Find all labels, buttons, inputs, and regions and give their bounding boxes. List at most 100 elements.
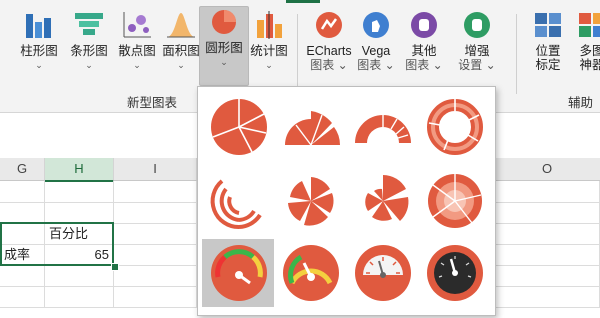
column-chart-button[interactable]: 柱形图 ⌄ — [14, 10, 64, 82]
enhance-label: 增强 — [464, 44, 490, 58]
vega-sublabel: 图表 ⌄ — [357, 58, 395, 72]
pie-segmented-icon — [211, 99, 267, 155]
echarts-button[interactable]: ECharts 图表 ⌄ — [303, 10, 355, 82]
ribbon-divider — [297, 14, 298, 94]
enhance-sublabel: 设置 ⌄ — [458, 58, 496, 72]
grid-cell[interactable] — [114, 265, 197, 287]
circle-chart-label: 圆形图 — [205, 41, 243, 55]
bar-chart-label: 条形图 — [70, 44, 108, 58]
group-label-new-charts: 新型图表 — [127, 96, 178, 110]
grid-cell[interactable] — [0, 181, 45, 203]
position-calibrate-button[interactable]: 位置 标定 — [525, 10, 571, 82]
layered-rose-icon — [428, 174, 482, 228]
gauge-gradient-icon — [283, 245, 339, 301]
multi-chart-label: 多图 — [579, 44, 600, 58]
column-chart-icon — [23, 10, 55, 40]
bar-chart-button[interactable]: 条形图 ⌄ — [64, 10, 114, 82]
stat-chart-button[interactable]: 统计图 ⌄ — [244, 10, 294, 82]
gallery-item-rose-pie[interactable] — [274, 167, 346, 235]
gallery-item-gauge-dark[interactable] — [418, 239, 490, 307]
grid-cell[interactable] — [494, 286, 600, 308]
grid-cell[interactable] — [0, 286, 45, 308]
multi-chart-sublabel: 神器 — [579, 58, 600, 72]
bar-chart-icon — [73, 10, 105, 40]
grid-cell[interactable] — [494, 244, 600, 266]
chevron-down-icon: ⌄ — [85, 60, 93, 70]
active-tab-indicator — [286, 0, 320, 3]
multi-chart-icon — [576, 10, 600, 40]
grid-cell[interactable] — [114, 223, 197, 245]
pie-chart-icon — [208, 7, 240, 37]
circle-chart-gallery — [197, 86, 496, 316]
grid-cell[interactable] — [494, 223, 600, 245]
other-charts-label: 其他 — [411, 44, 437, 58]
column-header-o[interactable]: O — [494, 158, 600, 181]
nightingale-pie-icon — [365, 175, 409, 221]
gallery-item-half-donut[interactable] — [346, 93, 418, 161]
gallery-item-fan-pie[interactable] — [274, 93, 346, 161]
gallery-item-layered-rose[interactable] — [418, 167, 490, 235]
stat-chart-label: 统计图 — [250, 44, 288, 58]
grid-cell[interactable] — [494, 265, 600, 287]
gallery-item-pie-segmented[interactable] — [202, 93, 274, 161]
grid-cell[interactable] — [494, 202, 600, 224]
grid-cell[interactable] — [114, 244, 197, 266]
grid-cell[interactable] — [45, 202, 114, 224]
hand-icon — [408, 10, 440, 40]
gallery-item-gauge-color-bands[interactable] — [202, 239, 274, 307]
gallery-item-segmented-ring[interactable] — [418, 93, 490, 161]
grid-cell[interactable] — [0, 202, 45, 224]
column-header-h[interactable]: H — [45, 158, 114, 182]
radial-bars-icon — [210, 179, 262, 230]
scatter-chart-label: 散点图 — [118, 44, 156, 58]
grid-cell[interactable] — [114, 202, 197, 224]
gallery-item-gauge-ticks[interactable] — [346, 239, 418, 307]
multi-chart-button[interactable]: 多图 神器 — [572, 10, 600, 82]
grid-cell[interactable] — [114, 181, 197, 203]
echarts-label: ECharts — [306, 44, 352, 58]
grid-layout-icon — [532, 10, 564, 40]
chevron-down-icon: ⌄ — [265, 60, 273, 70]
vega-icon — [360, 10, 392, 40]
fill-handle[interactable] — [111, 263, 119, 271]
rose-pie-icon — [288, 177, 334, 226]
chevron-down-icon: ⌄ — [133, 60, 141, 70]
enhance-settings-button[interactable]: 增强 设置 ⌄ — [452, 10, 502, 82]
column-header-g[interactable]: G — [0, 158, 45, 181]
chevron-down-icon: ⌄ — [220, 57, 228, 67]
half-donut-icon — [355, 115, 411, 143]
scatter-chart-icon — [121, 10, 153, 40]
chevron-down-icon: ⌄ — [35, 60, 43, 70]
gauge-color-bands-icon — [211, 245, 267, 301]
group-label-auxiliary: 辅助 — [568, 96, 594, 110]
grid-cell[interactable] — [45, 181, 114, 203]
scatter-chart-button[interactable]: 散点图 ⌄ — [112, 10, 162, 82]
vega-label: Vega — [361, 44, 391, 58]
gallery-item-radial-bars[interactable] — [202, 167, 274, 235]
column-chart-label: 柱形图 — [20, 44, 58, 58]
gauge-ticks-icon — [355, 245, 411, 301]
settings-hand-icon — [461, 10, 493, 40]
circle-chart-button[interactable]: 圆形图 ⌄ — [199, 6, 249, 86]
gallery-item-nightingale-pie[interactable] — [346, 167, 418, 235]
position-sublabel: 标定 — [535, 58, 561, 72]
ribbon-divider — [516, 14, 517, 94]
column-header-i[interactable]: I — [114, 158, 197, 181]
gauge-dark-icon — [427, 245, 483, 301]
vega-button[interactable]: Vega 图表 ⌄ — [352, 10, 400, 82]
fan-pie-icon — [285, 111, 340, 146]
stat-chart-icon — [253, 10, 285, 40]
area-chart-icon — [165, 10, 197, 40]
gallery-item-gauge-gradient[interactable] — [274, 239, 346, 307]
cell-selection — [0, 222, 114, 266]
grid-cell[interactable] — [45, 286, 114, 308]
position-label: 位置 — [535, 44, 561, 58]
other-charts-sublabel: 图表 ⌄ — [405, 58, 443, 72]
grid-cell[interactable] — [114, 286, 197, 308]
grid-cell[interactable] — [494, 181, 600, 203]
echarts-icon — [313, 10, 345, 40]
segmented-ring-icon — [427, 99, 483, 155]
grid-cell[interactable] — [0, 265, 45, 287]
other-charts-button[interactable]: 其他 图表 ⌄ — [400, 10, 448, 82]
grid-cell[interactable] — [45, 265, 114, 287]
